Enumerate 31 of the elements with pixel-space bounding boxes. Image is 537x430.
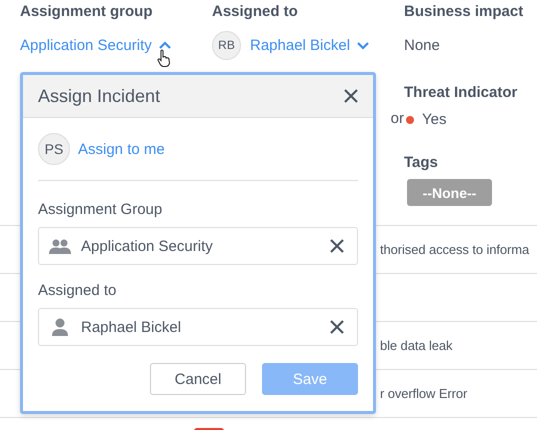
pointer-icon (157, 49, 171, 67)
row-text: r overflow Error (380, 386, 468, 401)
field-label: Assigned to (212, 3, 299, 20)
field-value: or (390, 110, 404, 127)
assign-to-me-link[interactable]: Assign to me (78, 140, 165, 158)
group-field[interactable]: Application Security (38, 227, 358, 265)
clear-icon[interactable] (329, 319, 345, 335)
row-text: thorised access to informa (380, 242, 530, 257)
field-label: Threat Indicator (404, 84, 518, 101)
people-icon (49, 238, 71, 254)
clear-icon[interactable] (329, 238, 345, 254)
field-label: Assignment Group (38, 201, 164, 218)
chevron-icon[interactable] (158, 40, 172, 50)
assignee-dropdown[interactable]: Raphael Bickel (250, 36, 350, 54)
field-value: Yes (422, 111, 446, 128)
cancel-button[interactable]: Cancel (150, 363, 246, 395)
row-text: ble data leak (380, 338, 452, 353)
field-value: None (404, 36, 440, 54)
group-dropdown[interactable]: Application Security (20, 36, 152, 54)
close-icon[interactable] (343, 88, 359, 104)
person-icon (51, 318, 69, 336)
dialog-title: Assign Incident (38, 86, 160, 106)
field-label: Assigned to (38, 282, 118, 299)
field-label: Business impact (404, 3, 524, 20)
user-avatar: PS (38, 133, 70, 165)
user-avatar: RB (212, 30, 241, 60)
field-label: Assignment group (20, 3, 154, 20)
tag-chip[interactable]: --None-- (407, 179, 492, 206)
chevron-icon[interactable] (356, 40, 370, 50)
field-label: Tags (404, 154, 439, 171)
assignee-field[interactable]: Raphael Bickel (38, 308, 358, 346)
